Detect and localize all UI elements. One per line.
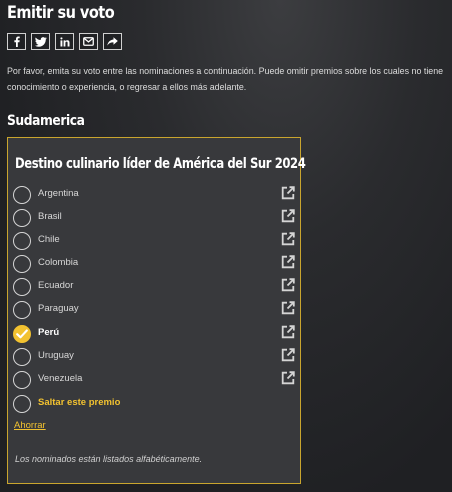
nominee-option[interactable]: Colombia xyxy=(13,254,295,274)
radio-button[interactable] xyxy=(13,348,31,366)
nominee-label: Paraguay xyxy=(38,303,79,314)
nominee-option[interactable]: Venezuela xyxy=(13,370,295,390)
nominee-label: Colombia xyxy=(38,257,79,268)
nominee-option[interactable]: Paraguay xyxy=(13,300,295,320)
radio-button[interactable] xyxy=(13,395,31,413)
email-icon xyxy=(83,37,94,46)
radio-button[interactable] xyxy=(13,278,31,296)
more-share-button[interactable] xyxy=(103,33,122,50)
radio-button[interactable] xyxy=(13,209,31,227)
nominee-option[interactable]: Ecuador xyxy=(13,277,295,297)
external-link-icon[interactable] xyxy=(281,371,295,385)
share-buttons xyxy=(7,33,122,50)
facebook-share-button[interactable] xyxy=(7,33,26,50)
radio-button[interactable] xyxy=(13,371,31,389)
facebook-icon xyxy=(14,36,20,47)
nominee-option[interactable]: Uruguay xyxy=(13,347,295,367)
nominee-option[interactable]: Chile xyxy=(13,231,295,251)
radio-button[interactable] xyxy=(13,186,31,204)
alphabetical-note: Los nominados están listados alfabéticam… xyxy=(15,454,203,464)
nominee-label: Argentina xyxy=(38,188,79,199)
save-link[interactable]: Ahorrar xyxy=(14,420,46,431)
external-link-icon[interactable] xyxy=(281,209,295,223)
radio-button-checked[interactable] xyxy=(13,325,31,343)
section-title: Sudamerica xyxy=(7,113,85,129)
nominee-label: Perú xyxy=(38,327,60,338)
skip-award-label: Saltar este premio xyxy=(38,397,121,408)
nominee-label: Brasil xyxy=(38,211,62,222)
nominee-label: Uruguay xyxy=(38,350,74,361)
award-card: Destino culinario líder de América del S… xyxy=(7,137,306,484)
linkedin-icon xyxy=(59,36,69,46)
radio-button[interactable] xyxy=(13,232,31,250)
external-link-icon[interactable] xyxy=(281,232,295,246)
checkmark-icon xyxy=(16,329,28,339)
nominee-option[interactable]: Brasil xyxy=(13,208,295,228)
nominee-option-selected[interactable]: Perú xyxy=(13,324,295,344)
external-link-icon[interactable] xyxy=(281,325,295,339)
radio-button[interactable] xyxy=(13,255,31,273)
vote-page: Emitir su voto Por favor, emita su voto … xyxy=(0,0,452,492)
page-title: Emitir su voto xyxy=(7,3,115,22)
nominee-label: Ecuador xyxy=(38,280,74,291)
external-link-icon[interactable] xyxy=(281,301,295,315)
external-link-icon[interactable] xyxy=(281,348,295,362)
award-title: Destino culinario líder de América del S… xyxy=(15,156,306,172)
linkedin-share-button[interactable] xyxy=(55,33,74,50)
twitter-share-button[interactable] xyxy=(31,33,50,50)
radio-button[interactable] xyxy=(13,301,31,319)
external-link-icon[interactable] xyxy=(281,186,295,200)
intro-text: Por favor, emita su voto entre las nomin… xyxy=(7,66,444,92)
skip-award-option[interactable]: Saltar este premio xyxy=(13,394,295,414)
twitter-icon xyxy=(34,36,47,47)
external-link-icon[interactable] xyxy=(281,278,295,292)
nominee-label: Venezuela xyxy=(38,373,83,384)
nominee-option[interactable]: Argentina xyxy=(13,185,295,205)
nominee-label: Chile xyxy=(38,234,60,245)
email-share-button[interactable] xyxy=(79,33,98,50)
share-icon xyxy=(107,37,118,46)
external-link-icon[interactable] xyxy=(281,255,295,269)
